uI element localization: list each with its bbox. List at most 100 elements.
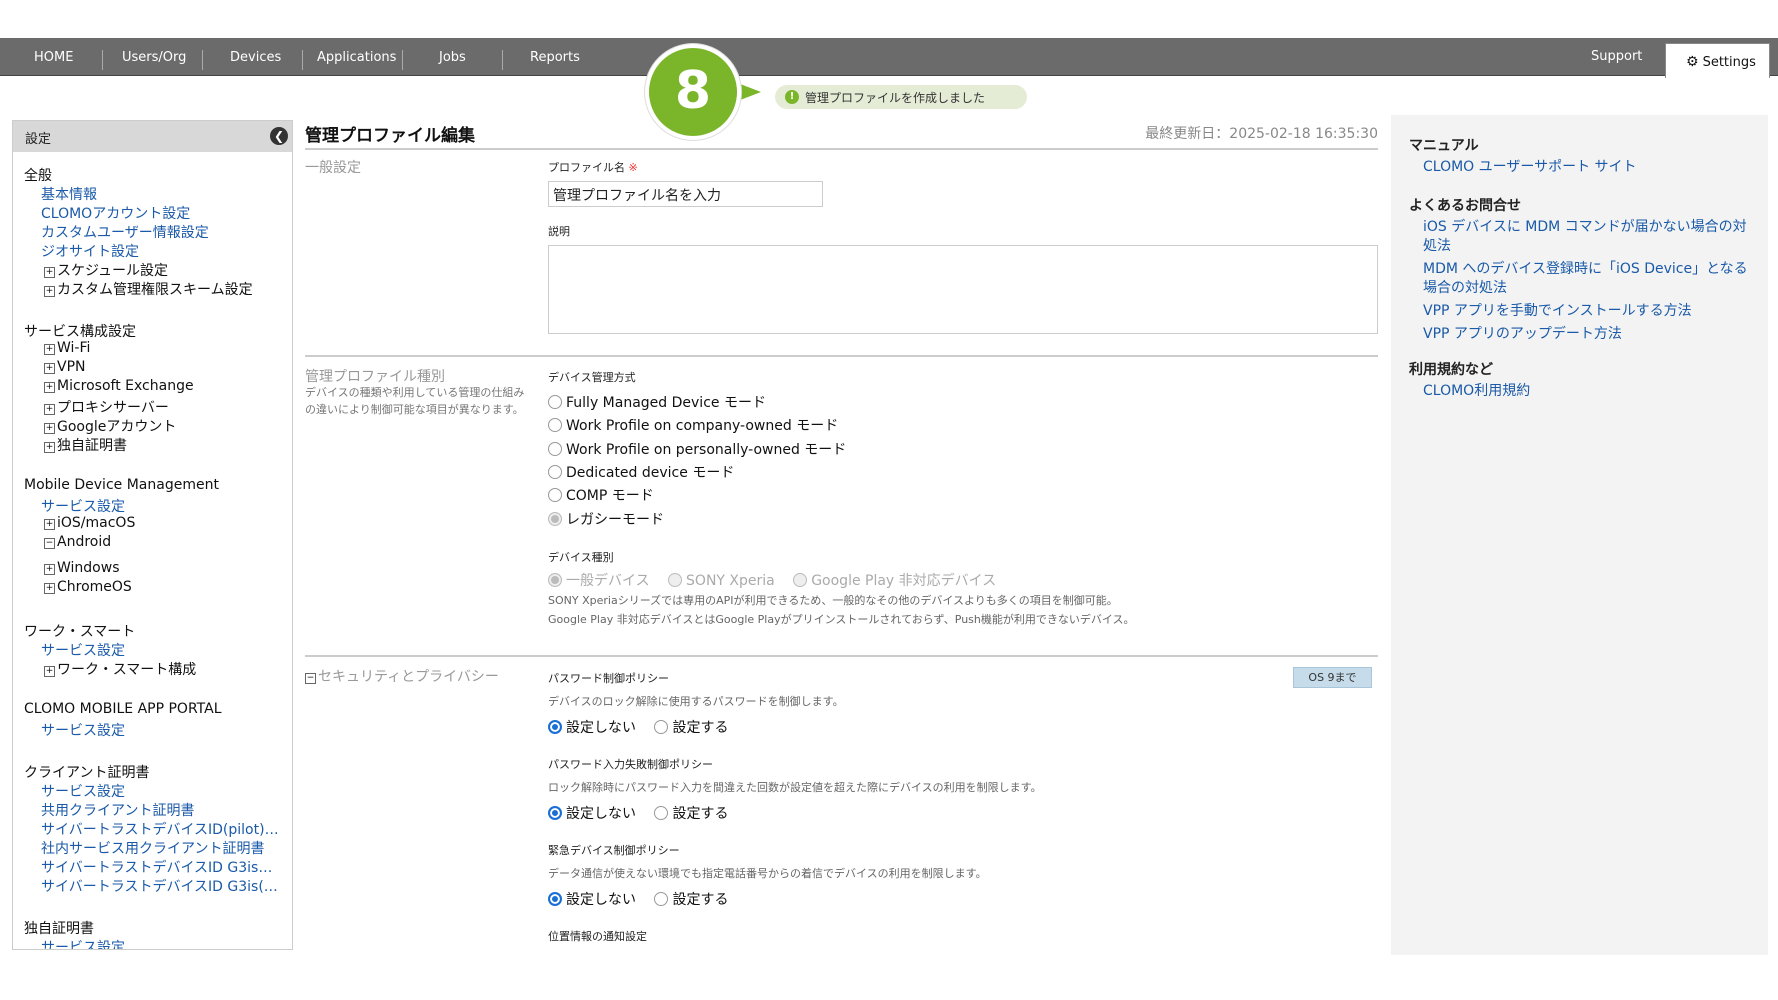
description-textarea[interactable]	[548, 245, 1378, 334]
sidebar-expandable-item[interactable]: − Android	[44, 534, 111, 550]
sidebar-link[interactable]: サービス設定	[41, 937, 125, 949]
nav-settings-tab[interactable]: ⚙ Settings	[1665, 43, 1770, 78]
sidebar-link[interactable]: サービス設定	[41, 496, 125, 516]
radio-button[interactable]	[548, 465, 562, 479]
help-link[interactable]: MDM へのデバイス登録時に「iOS Device」となる場合の対処法	[1423, 260, 1753, 298]
sidebar-expandable-item[interactable]: + ChromeOS	[44, 579, 132, 595]
sidebar-link[interactable]: カスタムユーザー情報設定	[41, 222, 209, 242]
nav-jobs[interactable]: Jobs	[439, 50, 466, 65]
collapse-icon: −	[305, 673, 316, 684]
radio-button[interactable]	[548, 442, 562, 456]
radio-label: 一般デバイス	[566, 573, 650, 589]
radio-button[interactable]	[548, 395, 562, 409]
radio-label: 設定しない	[566, 892, 636, 908]
terms-heading: 利用規約など	[1409, 362, 1493, 378]
help-link[interactable]: CLOMO ユーザーサポート サイト	[1423, 158, 1753, 177]
radio-button[interactable]	[548, 418, 562, 432]
expand-icon: +	[44, 286, 55, 297]
sidebar-header: 設定 ❮	[13, 121, 292, 152]
help-link[interactable]: VPP アプリを手動でインストールする方法	[1423, 302, 1753, 321]
mgmt-option-dedicated[interactable]: Dedicated device モード	[548, 462, 734, 482]
sidebar-link[interactable]: サイバートラストデバイスID G3is(…	[41, 876, 278, 896]
sidebar-expandable-item[interactable]: + VPN	[44, 359, 86, 375]
mgmt-option-wp-personal[interactable]: Work Profile on personally-owned モード	[548, 439, 846, 459]
sidebar-link[interactable]: 共用クライアント証明書	[41, 800, 194, 820]
sidebar-item-label: ChromeOS	[57, 579, 132, 595]
policy-title: パスワード制御ポリシー	[548, 672, 669, 685]
sidebar-expandable-item[interactable]: + カスタム管理権限スキーム設定	[44, 279, 253, 299]
sidebar-expandable-item[interactable]: + Microsoft Exchange	[44, 378, 194, 394]
radio-button[interactable]	[654, 720, 669, 734]
radio-label: 設定しない	[566, 806, 636, 822]
sidebar-link[interactable]: ジオサイト設定	[41, 241, 139, 261]
help-link[interactable]: iOS デバイスに MDM コマンドが届かない場合の対処法	[1423, 218, 1753, 256]
mgmt-option-legacy[interactable]: レガシーモード	[548, 509, 664, 529]
sidebar-item-label: Windows	[57, 560, 120, 576]
mgmt-option-fully-managed[interactable]: Fully Managed Device モード	[548, 392, 766, 412]
main-content: 管理プロファイル編集 最終更新日：2025-02-18 16:35:30 一般設…	[303, 115, 1378, 955]
radio-button-disabled	[668, 573, 683, 587]
radio-button-selected[interactable]	[548, 806, 562, 820]
help-link[interactable]: CLOMO利用規約	[1423, 382, 1753, 401]
profile-name-input[interactable]: 管理プロファイル名を入力	[548, 181, 823, 207]
faq-heading: よくあるお問合せ	[1409, 198, 1521, 214]
radio-label: 設定する	[672, 720, 729, 736]
expand-icon: +	[44, 666, 55, 677]
sidebar-expandable-item[interactable]: + スケジュール設定	[44, 260, 168, 280]
sidebar-link[interactable]: サイバートラストデバイスID G3is…	[41, 857, 272, 877]
mgmt-option-wp-company[interactable]: Work Profile on company-owned モード	[548, 415, 838, 435]
sidebar-link[interactable]: 社内サービス用クライアント証明書	[41, 838, 264, 858]
sidebar-link[interactable]: サイバートラストデバイスID(pilot)…	[41, 819, 279, 839]
sidebar-expandable-item[interactable]: + ワーク・スマート構成	[44, 659, 196, 679]
sidebar-title: 設定	[25, 132, 52, 147]
sidebar-expandable-item[interactable]: + Windows	[44, 560, 120, 576]
help-panel: マニュアル CLOMO ユーザーサポート サイト よくあるお問合せ iOS デバ…	[1391, 115, 1768, 955]
sidebar-expandable-item[interactable]: + Googleアカウント	[44, 416, 176, 436]
section-desc-profile-type: デバイスの種類や利用している管理の仕組みの違いにより制御可能な項目が異なります。	[305, 386, 525, 416]
sidebar-link[interactable]: サービス設定	[41, 720, 125, 740]
radio-button[interactable]	[654, 806, 669, 820]
radio-button-selected[interactable]	[548, 892, 562, 906]
section-label-security[interactable]: − セキュリティとプライバシー	[305, 666, 499, 686]
nav-home[interactable]: HOME	[34, 50, 73, 65]
sidebar-expandable-item[interactable]: + Wi-Fi	[44, 340, 90, 356]
radio-label: Work Profile on company-owned モード	[566, 418, 839, 434]
expand-icon: +	[44, 363, 55, 374]
sidebar-group-title: 独自証明書	[24, 921, 94, 937]
radio-button-selected-disabled	[548, 512, 562, 526]
nav-applications[interactable]: Applications	[317, 50, 396, 65]
nav-support[interactable]: Support	[1591, 49, 1642, 64]
toast-message: 管理プロファイルを作成しました	[805, 91, 986, 105]
radio-button[interactable]	[654, 892, 669, 906]
nav-reports[interactable]: Reports	[530, 50, 580, 65]
sidebar-link[interactable]: サービス設定	[41, 640, 125, 660]
sidebar-expandable-item[interactable]: + iOS/macOS	[44, 515, 135, 531]
password-policy-radios: 設定しない 設定する	[548, 717, 728, 737]
radio-label: 設定する	[672, 806, 729, 822]
mgmt-option-comp[interactable]: COMP モード	[548, 485, 654, 505]
radio-label: レガシーモード	[566, 512, 664, 528]
sidebar-item-label: ワーク・スマート構成	[57, 662, 197, 678]
device-type-note: Google Play 非対応デバイスとはGoogle Playがプリインストー…	[548, 613, 1135, 626]
radio-label: Dedicated device モード	[566, 465, 735, 481]
sidebar-link[interactable]: サービス設定	[41, 781, 125, 801]
page-title: 管理プロファイル編集	[305, 126, 475, 146]
sidebar-group-title: クライアント証明書	[24, 765, 150, 781]
nav-settings-label: Settings	[1702, 55, 1756, 70]
sidebar-link[interactable]: CLOMOアカウント設定	[41, 203, 190, 223]
help-link[interactable]: VPP アプリのアップデート方法	[1423, 325, 1753, 344]
nav-devices[interactable]: Devices	[230, 50, 281, 65]
expand-icon: +	[44, 267, 55, 278]
collapse-sidebar-icon[interactable]: ❮	[270, 127, 288, 145]
gear-icon: ⚙	[1686, 54, 1699, 70]
sidebar-item-label: Microsoft Exchange	[57, 378, 194, 394]
sidebar-expandable-item[interactable]: + 独自証明書	[44, 435, 127, 455]
sidebar-link[interactable]: 基本情報	[41, 184, 97, 204]
sidebar-expandable-item[interactable]: + プロキシサーバー	[44, 397, 169, 417]
radio-button[interactable]	[548, 488, 562, 502]
sidebar-item-label: VPN	[57, 359, 86, 375]
sidebar-item-label: 独自証明書	[57, 438, 127, 454]
nav-users-org[interactable]: Users/Org	[122, 50, 186, 65]
policy-title: パスワード入力失敗制御ポリシー	[548, 758, 713, 771]
radio-button-selected[interactable]	[548, 720, 562, 734]
